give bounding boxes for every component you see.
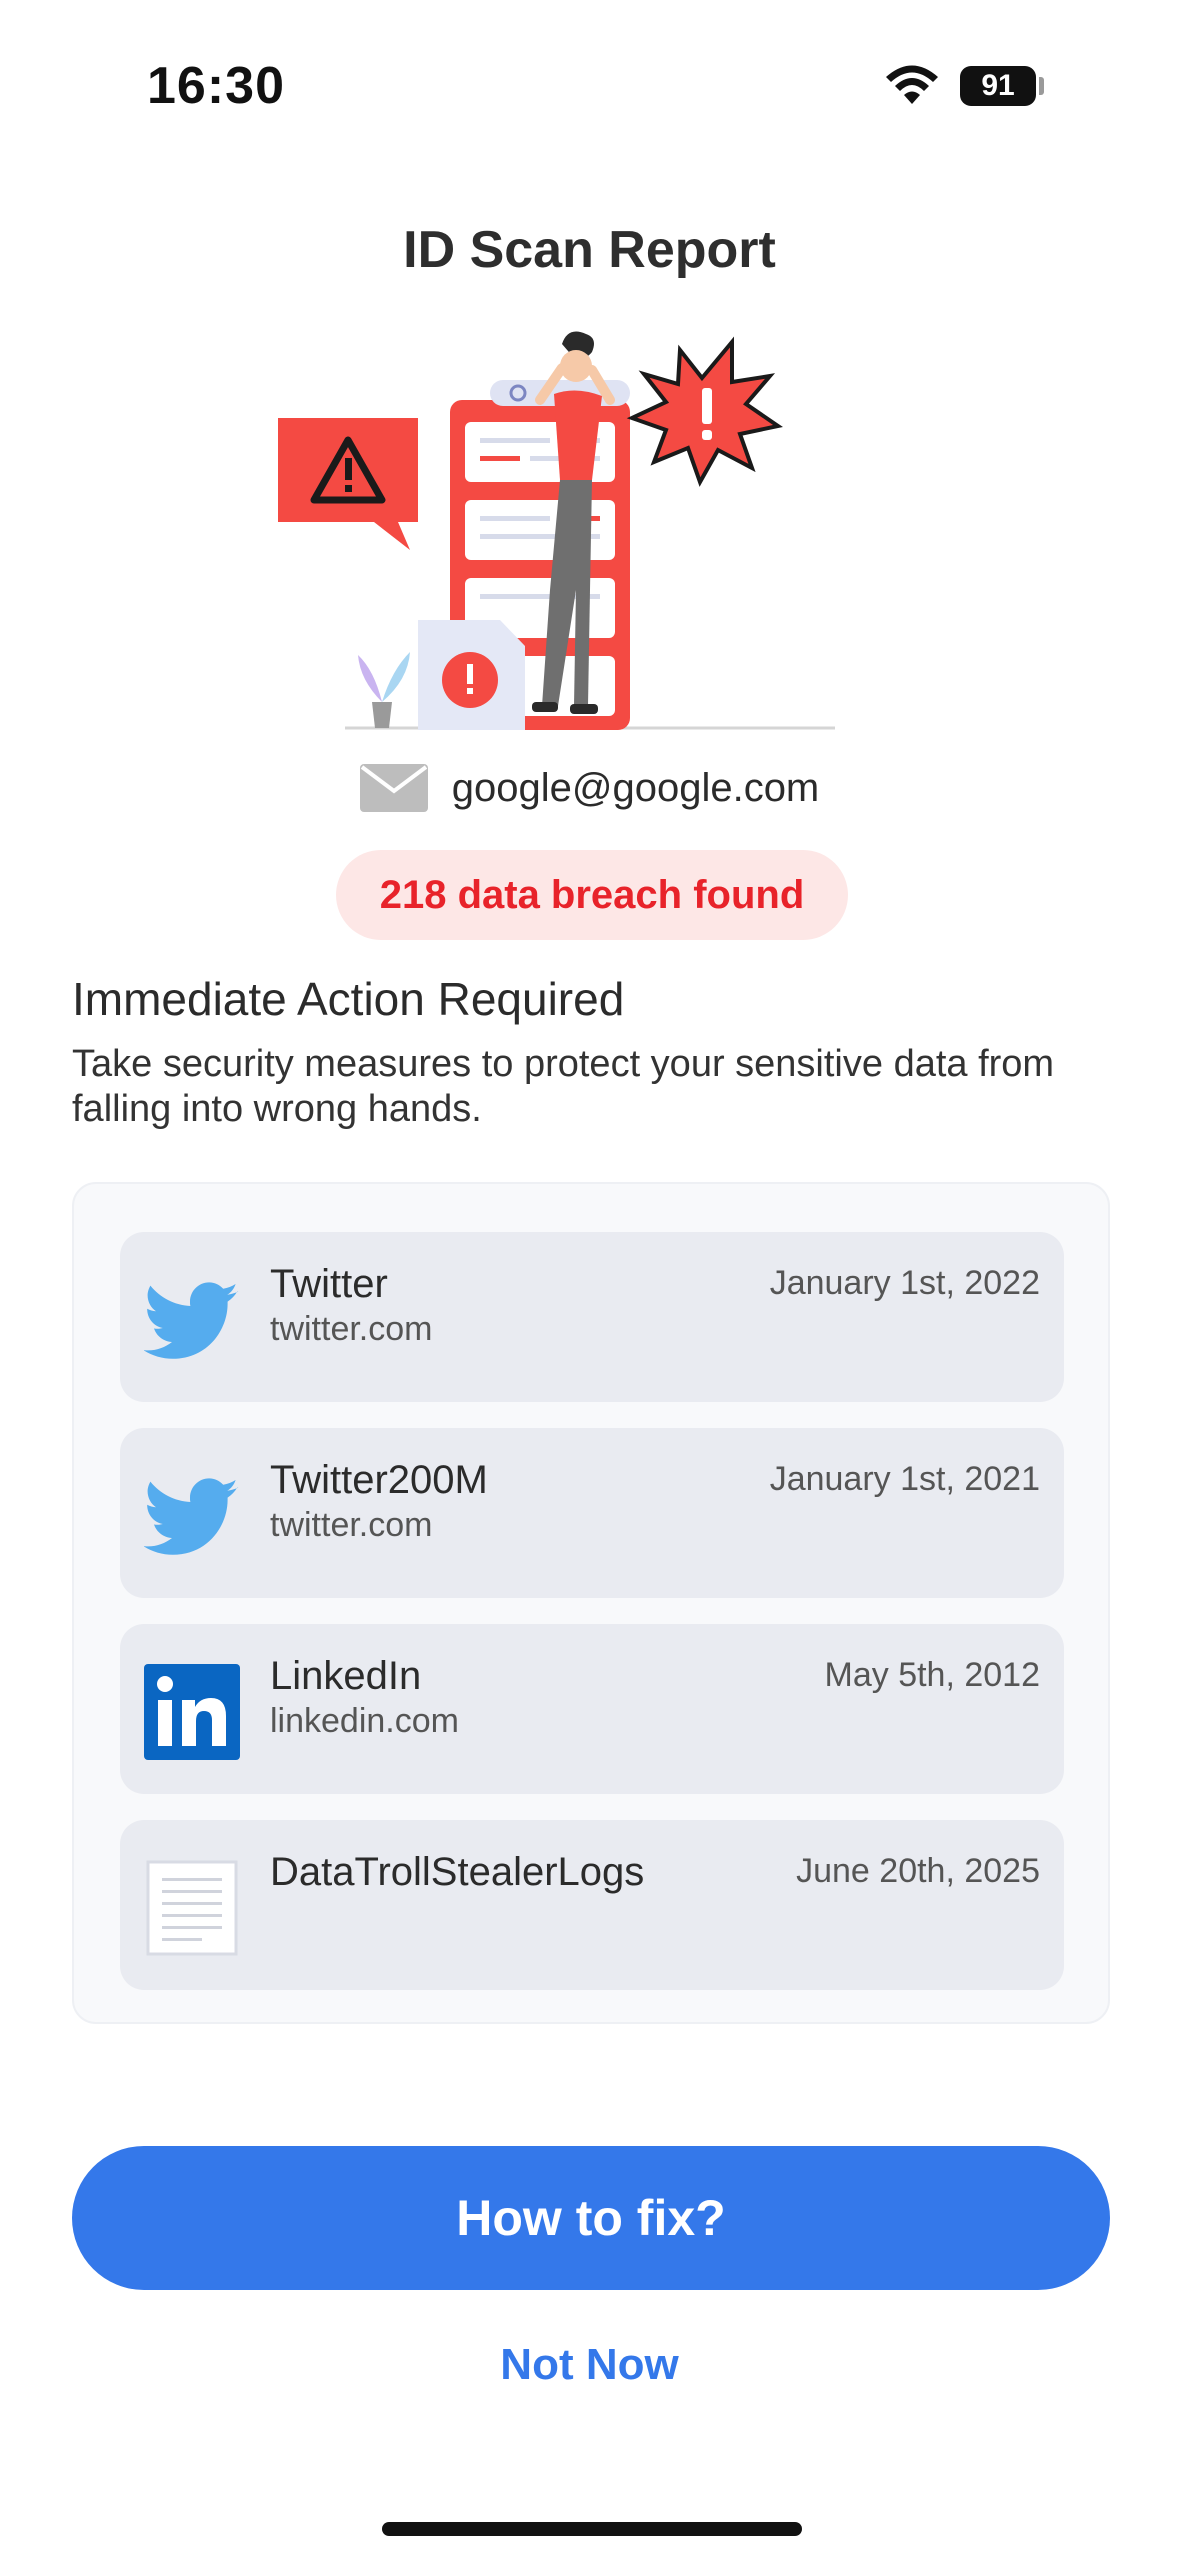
mail-icon [359,764,428,812]
scanned-email: google@google.com [451,765,820,810]
explosion-alert-icon [626,336,783,487]
linkedin-icon [144,1664,240,1760]
breach-count-badge: 218 data breach found [336,850,848,940]
status-time: 16:30 [147,57,285,115]
battery-icon: 91 [960,66,1036,106]
breach-list: Twitter twitter.com January 1st, 2022 Tw… [72,1182,1110,2024]
twitter-icon [144,1478,239,1555]
breach-name: DataTrollStealerLogs [270,1850,645,1894]
wifi-icon [886,65,938,104]
breach-item-twitter[interactable]: Twitter twitter.com January 1st, 2022 [120,1232,1064,1402]
breach-name: LinkedIn [270,1654,422,1698]
page-title: ID Scan Report [403,221,776,279]
breach-item-datatrollstealerlogs[interactable]: DataTrollStealerLogs June 20th, 2025 [120,1820,1064,1990]
breach-date: May 5th, 2012 [824,1656,1040,1694]
action-heading: Immediate Action Required [72,973,625,1025]
breach-domain: twitter.com [270,1310,433,1348]
how-to-fix-button[interactable]: How to fix? [72,2146,1110,2290]
breach-domain: twitter.com [270,1506,433,1544]
data-breach-illustration [278,331,835,730]
plant-icon [358,652,410,728]
action-description: Take security measures to protect your s… [72,1043,1055,1130]
breach-item-twitter200m[interactable]: Twitter200M twitter.com January 1st, 202… [120,1428,1064,1598]
document-icon [146,1860,238,1956]
breach-item-linkedin[interactable]: LinkedIn linkedin.com May 5th, 2012 [120,1624,1064,1794]
id-scan-report-screen: 16:30 91 ID Scan Report google@google.co… [0,0,1179,2556]
breach-date: January 1st, 2022 [769,1264,1040,1302]
breach-domain: linkedin.com [270,1702,459,1740]
battery-cap [1039,77,1044,95]
twitter-icon [144,1282,239,1359]
home-indicator[interactable] [382,2522,802,2536]
breach-date: June 20th, 2025 [796,1852,1040,1890]
breach-name: Twitter [270,1262,388,1306]
not-now-button[interactable]: Not Now [0,2330,1179,2400]
alert-document-icon [418,620,525,730]
email-row: google@google.com [0,758,1179,818]
warning-bubble-icon [278,418,418,550]
breach-name: Twitter200M [270,1458,488,1502]
breach-date: January 1st, 2021 [769,1460,1040,1498]
